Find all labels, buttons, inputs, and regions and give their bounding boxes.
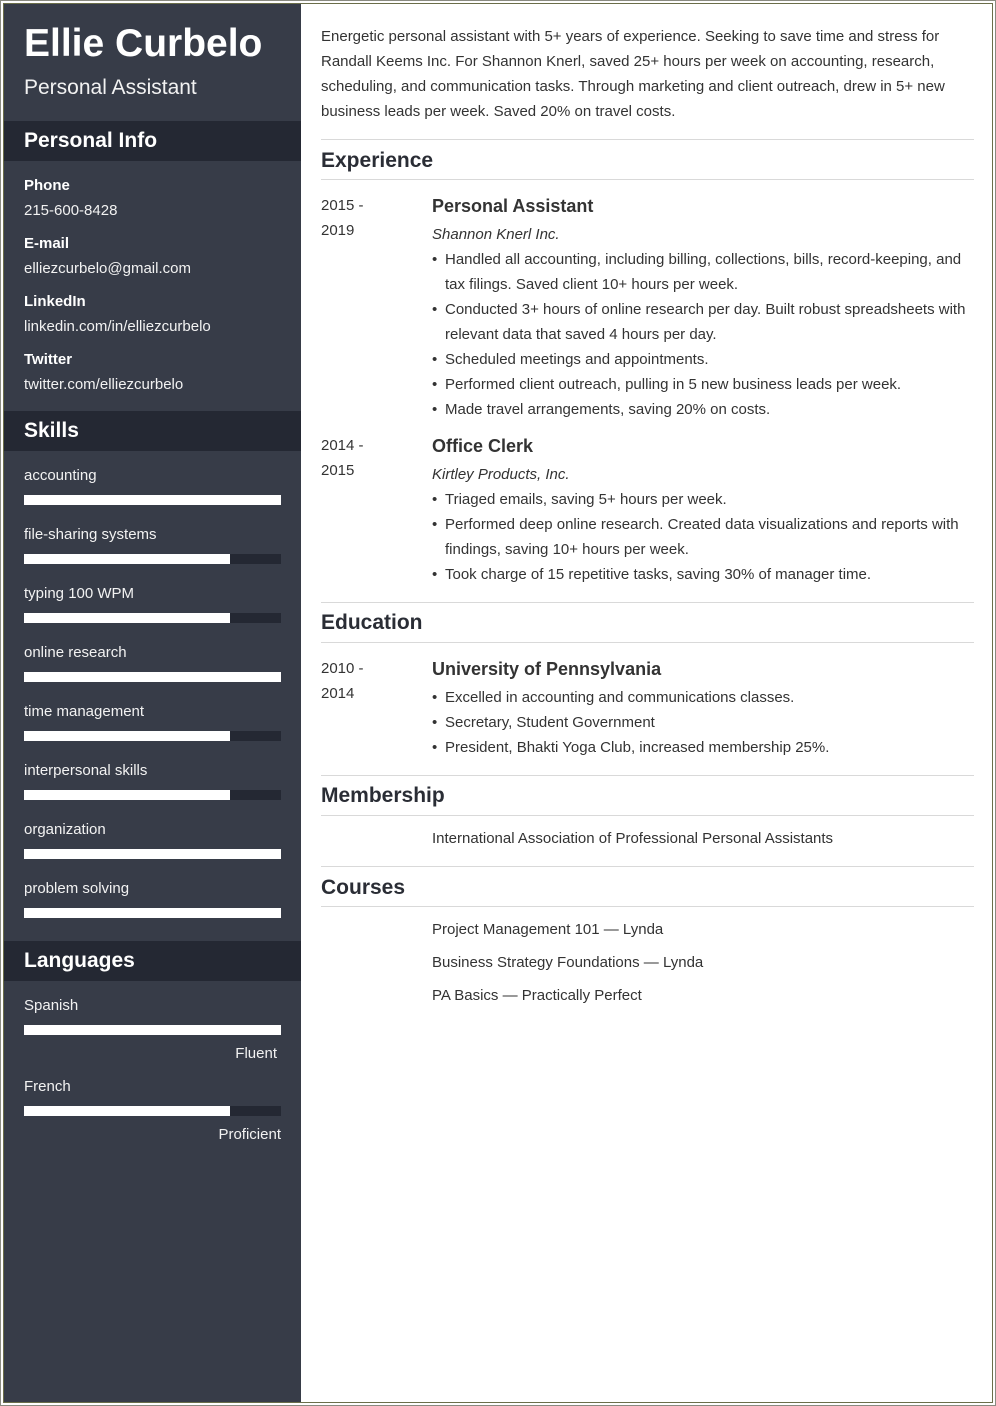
experience-title: Personal Assistant — [432, 196, 594, 216]
bullet-item: Handled all accounting, including billin… — [432, 247, 972, 297]
linkedin-label: LinkedIn — [24, 293, 86, 310]
education-heading: Education — [321, 611, 423, 634]
divider — [321, 179, 974, 180]
skill-level-bar — [24, 849, 281, 859]
resume-page: Ellie Curbelo Personal Assistant Persona… — [3, 3, 993, 1403]
bullet-item: President, Bhakti Yoga Club, increased m… — [432, 735, 972, 760]
divider — [321, 906, 974, 907]
experience-company: Kirtley Products, Inc. — [432, 466, 570, 483]
bullet-item: Took charge of 15 repetitive tasks, savi… — [432, 562, 972, 587]
experience-heading: Experience — [321, 149, 434, 172]
skill-level-fill — [24, 790, 230, 800]
course-item: Business Strategy Foundations — Lynda — [432, 954, 704, 971]
experience-company: Shannon Knerl Inc. — [432, 226, 560, 243]
email-value[interactable]: elliezcurbelo@gmail.com — [24, 260, 191, 277]
skill-name: file-sharing systems — [24, 526, 157, 543]
twitter-label: Twitter — [24, 351, 73, 368]
skill-level-bar — [24, 908, 281, 918]
education-date-end: 2014 — [321, 685, 355, 702]
page-frame: Ellie Curbelo Personal Assistant Persona… — [0, 0, 996, 1406]
skill-name: interpersonal skills — [24, 762, 148, 779]
skill-level-bar — [24, 495, 281, 505]
skill-level-bar — [24, 554, 281, 564]
bullet-item: Scheduled meetings and appointments. — [432, 347, 972, 372]
experience-date-start: 2014 - — [321, 437, 364, 454]
language-name: Spanish — [24, 997, 79, 1014]
education-school: University of Pennsylvania — [432, 659, 662, 679]
skill-level-bar — [24, 613, 281, 623]
skill-name: accounting — [24, 467, 97, 484]
courses-heading: Courses — [321, 876, 406, 899]
experience-date-start: 2015 - — [321, 197, 364, 214]
bullet-item: Excelled in accounting and communication… — [432, 685, 972, 710]
experience-bullets: Handled all accounting, including billin… — [432, 247, 972, 422]
skill-level-bar — [24, 731, 281, 741]
phone-label: Phone — [24, 177, 70, 194]
candidate-role: Personal Assistant — [24, 76, 197, 99]
linkedin-value[interactable]: linkedin.com/in/elliezcurbelo — [24, 318, 211, 335]
language-level-bar — [24, 1025, 281, 1035]
bullet-item: Made travel arrangements, saving 20% on … — [432, 397, 972, 422]
main-content: Energetic personal assistant with 5+ yea… — [301, 4, 991, 1402]
language-level-label: Fluent — [235, 1045, 277, 1062]
course-item: Project Management 101 — Lynda — [432, 921, 664, 938]
education-bullets: Excelled in accounting and communication… — [432, 685, 972, 760]
experience-title: Office Clerk — [432, 436, 534, 456]
language-level-bar — [24, 1106, 281, 1116]
skill-level-fill — [24, 908, 281, 918]
candidate-name: Ellie Curbelo — [24, 22, 263, 65]
skill-level-fill — [24, 554, 230, 564]
skill-name: organization — [24, 821, 106, 838]
skill-level-fill — [24, 495, 281, 505]
language-level-label: Proficient — [218, 1126, 281, 1143]
languages-heading: Languages — [4, 941, 301, 981]
bullet-item: Performed client outreach, pulling in 5 … — [432, 372, 972, 397]
skill-name: typing 100 WPM — [24, 585, 135, 602]
phone-value[interactable]: 215-600-8428 — [24, 202, 117, 219]
divider — [321, 642, 974, 643]
skill-level-fill — [24, 672, 281, 682]
education-date-start: 2010 - — [321, 660, 364, 677]
skill-level-fill — [24, 613, 230, 623]
membership-item: International Association of Professiona… — [432, 830, 834, 847]
skill-name: online research — [24, 644, 127, 661]
skills-heading: Skills — [4, 411, 301, 451]
summary-text: Energetic personal assistant with 5+ yea… — [321, 28, 945, 120]
course-item: PA Basics — Practically Perfect — [432, 987, 642, 1004]
bullet-item: Secretary, Student Government — [432, 710, 972, 735]
divider — [321, 139, 974, 140]
skill-level-bar — [24, 672, 281, 682]
divider — [321, 602, 974, 603]
twitter-value[interactable]: twitter.com/elliezcurbelo — [24, 376, 183, 393]
skill-level-bar — [24, 790, 281, 800]
divider — [321, 815, 974, 816]
experience-date-end: 2019 — [321, 222, 355, 239]
membership-heading: Membership — [321, 784, 445, 807]
skill-level-fill — [24, 849, 281, 859]
sidebar: Ellie Curbelo Personal Assistant Persona… — [4, 4, 301, 1402]
email-label: E-mail — [24, 235, 70, 252]
divider — [321, 775, 974, 776]
skill-name: problem solving — [24, 880, 130, 897]
experience-bullets: Triaged emails, saving 5+ hours per week… — [432, 487, 972, 587]
bullet-item: Conducted 3+ hours of online research pe… — [432, 297, 972, 347]
language-level-fill — [24, 1106, 230, 1116]
language-name: French — [24, 1078, 71, 1095]
personal-info-heading: Personal Info — [4, 121, 301, 161]
bullet-item: Performed deep online research. Created … — [432, 512, 972, 562]
skill-name: time management — [24, 703, 145, 720]
divider — [321, 866, 974, 867]
language-level-fill — [24, 1025, 281, 1035]
experience-date-end: 2015 — [321, 462, 355, 479]
bullet-item: Triaged emails, saving 5+ hours per week… — [432, 487, 972, 512]
skill-level-fill — [24, 731, 230, 741]
